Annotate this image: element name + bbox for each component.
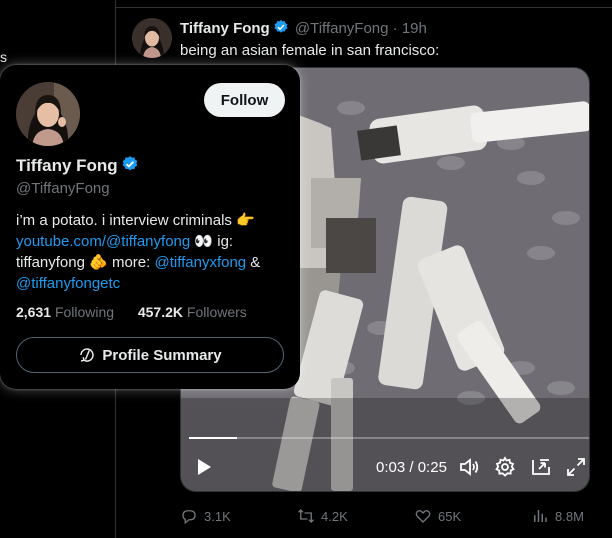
hover-card-bio: i’m a potato. i interview criminals 👉 yo… bbox=[16, 210, 286, 294]
video-current-time: 0:03 bbox=[376, 459, 406, 476]
profile-summary-button[interactable]: Profile Summary bbox=[16, 337, 284, 373]
bio-link-tiffanyxfong[interactable]: @tiffanyxfong bbox=[154, 254, 246, 271]
bio-link-tiffanyfongetc[interactable]: @tiffanyfongetc bbox=[16, 275, 120, 292]
hover-card-name[interactable]: Tiffany Fong bbox=[16, 156, 118, 175]
play-icon[interactable] bbox=[193, 456, 215, 478]
divider bbox=[116, 7, 612, 8]
video-progress-fill bbox=[189, 437, 237, 439]
views-icon bbox=[534, 510, 547, 522]
tweet-timestamp[interactable]: 19h bbox=[402, 20, 427, 37]
reply-icon bbox=[182, 510, 196, 525]
tweet-author-name[interactable]: Tiffany Fong bbox=[180, 20, 270, 37]
video-time: 0:03 / 0:25 bbox=[376, 459, 447, 476]
profile-summary-icon bbox=[80, 348, 95, 362]
tweet-handle[interactable]: @TiffanyFong bbox=[295, 20, 389, 37]
video-controls: 0:03 / 0:25 bbox=[181, 452, 589, 482]
hover-card-avatar[interactable] bbox=[16, 82, 80, 146]
hover-card-name-row: Tiffany Fong bbox=[16, 155, 141, 176]
followers-count: 457.2K bbox=[137, 304, 184, 320]
views-count: 8.8M bbox=[555, 508, 584, 524]
profile-hover-card: Follow Tiffany Fong @TiffanyFong i’m a p… bbox=[0, 65, 300, 389]
bio-text-3: & bbox=[246, 254, 261, 271]
like-icon bbox=[415, 509, 431, 523]
repost-count: 4.2K bbox=[321, 508, 348, 524]
pip-icon[interactable] bbox=[530, 456, 552, 478]
settings-icon[interactable] bbox=[494, 456, 516, 478]
following-count: 2,631 bbox=[16, 304, 52, 320]
profile-summary-label: Profile Summary bbox=[102, 346, 222, 364]
like-count: 65K bbox=[438, 508, 462, 524]
volume-icon[interactable] bbox=[458, 456, 480, 478]
following-label: Following bbox=[54, 304, 115, 320]
video-progress-track[interactable] bbox=[189, 437, 589, 439]
tweet-actions: 3.1K 4.2K 65K 8.8M bbox=[180, 507, 600, 525]
tweet-author-avatar[interactable] bbox=[132, 18, 172, 58]
hover-card-handle[interactable]: @TiffanyFong bbox=[16, 180, 110, 197]
reply-button[interactable]: 3.1K bbox=[180, 507, 231, 525]
video-duration: 0:25 bbox=[417, 459, 447, 476]
repost-button[interactable]: 4.2K bbox=[297, 507, 348, 525]
views-button[interactable]: 8.8M bbox=[531, 507, 584, 525]
bio-text-1: i’m a potato. i interview criminals 👉 bbox=[16, 212, 255, 229]
followers-label: Followers bbox=[186, 304, 247, 320]
bio-link-youtube[interactable]: youtube.com/@tiffanyfong bbox=[16, 233, 190, 250]
verified-badge-icon bbox=[121, 155, 139, 173]
following-stat[interactable]: 2,631 Following bbox=[16, 304, 114, 320]
reply-count: 3.1K bbox=[204, 508, 231, 524]
follow-button[interactable]: Follow bbox=[204, 83, 285, 117]
followers-stat[interactable]: 457.2K Followers bbox=[138, 304, 247, 320]
repost-icon bbox=[298, 509, 314, 523]
like-button[interactable]: 65K bbox=[414, 507, 461, 525]
fullscreen-icon[interactable] bbox=[565, 456, 587, 478]
left-nav-fragment: s bbox=[0, 49, 7, 65]
tweet-header: Tiffany Fong @TiffanyFong · 19h bbox=[180, 19, 427, 38]
hover-card-stats: 2,631 Following 457.2K Followers bbox=[16, 304, 247, 320]
verified-badge-icon bbox=[273, 19, 289, 35]
tweet-text: being an asian female in san francisco: bbox=[180, 42, 440, 59]
video-time-separator: / bbox=[409, 459, 414, 476]
tweet-separator: · bbox=[392, 20, 398, 37]
